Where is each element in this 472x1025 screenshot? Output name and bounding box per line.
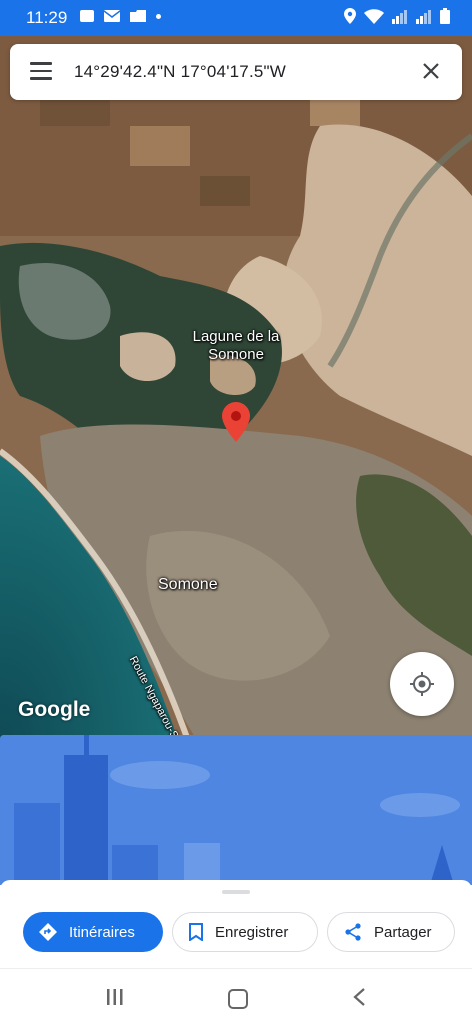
lagoon-label: Lagune de la Somone bbox=[192, 328, 280, 363]
google-logo: Google bbox=[18, 698, 91, 721]
share-icon bbox=[345, 923, 361, 941]
crosshair-icon bbox=[410, 672, 434, 696]
drag-handle[interactable] bbox=[222, 890, 250, 894]
satellite-map[interactable]: Lagune de la Somone Somone Route Ngaparo… bbox=[0, 36, 472, 746]
coordinates-text[interactable]: 14°29'42.4"N 17°04'17.5"W bbox=[74, 62, 286, 82]
system-nav-bar bbox=[0, 968, 472, 1025]
search-bar[interactable]: 14°29'42.4"N 17°04'17.5"W bbox=[10, 44, 462, 100]
system-icons bbox=[344, 8, 450, 24]
map-imagery bbox=[0, 36, 472, 746]
home-icon[interactable] bbox=[228, 989, 248, 1009]
share-button[interactable]: Partager bbox=[327, 912, 455, 952]
my-location-button[interactable] bbox=[390, 652, 454, 716]
signal-icon bbox=[416, 10, 431, 24]
close-icon[interactable] bbox=[420, 60, 442, 82]
mail-icon bbox=[104, 10, 120, 22]
place-illustration bbox=[0, 735, 472, 885]
share-label: Partager bbox=[374, 923, 432, 941]
dot-icon bbox=[156, 13, 161, 19]
menu-icon[interactable] bbox=[30, 62, 52, 80]
location-pin-icon[interactable] bbox=[222, 402, 250, 442]
bookmark-icon bbox=[189, 923, 203, 941]
directions-button[interactable]: Itinéraires bbox=[23, 912, 163, 952]
save-button[interactable]: Enregistrer bbox=[172, 912, 318, 952]
back-icon[interactable] bbox=[352, 987, 366, 1007]
status-time: 11:29 bbox=[26, 8, 68, 27]
location-icon bbox=[344, 8, 356, 24]
town-label: Somone bbox=[158, 576, 218, 593]
signal-icon bbox=[392, 10, 407, 24]
recents-icon[interactable] bbox=[106, 989, 124, 1005]
notification-icons bbox=[80, 10, 161, 22]
save-label: Enregistrer bbox=[215, 923, 289, 941]
directions-icon bbox=[39, 923, 57, 941]
wifi-icon bbox=[364, 9, 384, 24]
directions-label: Itinéraires bbox=[69, 923, 135, 941]
battery-icon bbox=[440, 8, 450, 24]
image-icon bbox=[80, 10, 94, 22]
folder-icon bbox=[130, 10, 146, 22]
status-bar: 11:29 bbox=[0, 0, 472, 36]
